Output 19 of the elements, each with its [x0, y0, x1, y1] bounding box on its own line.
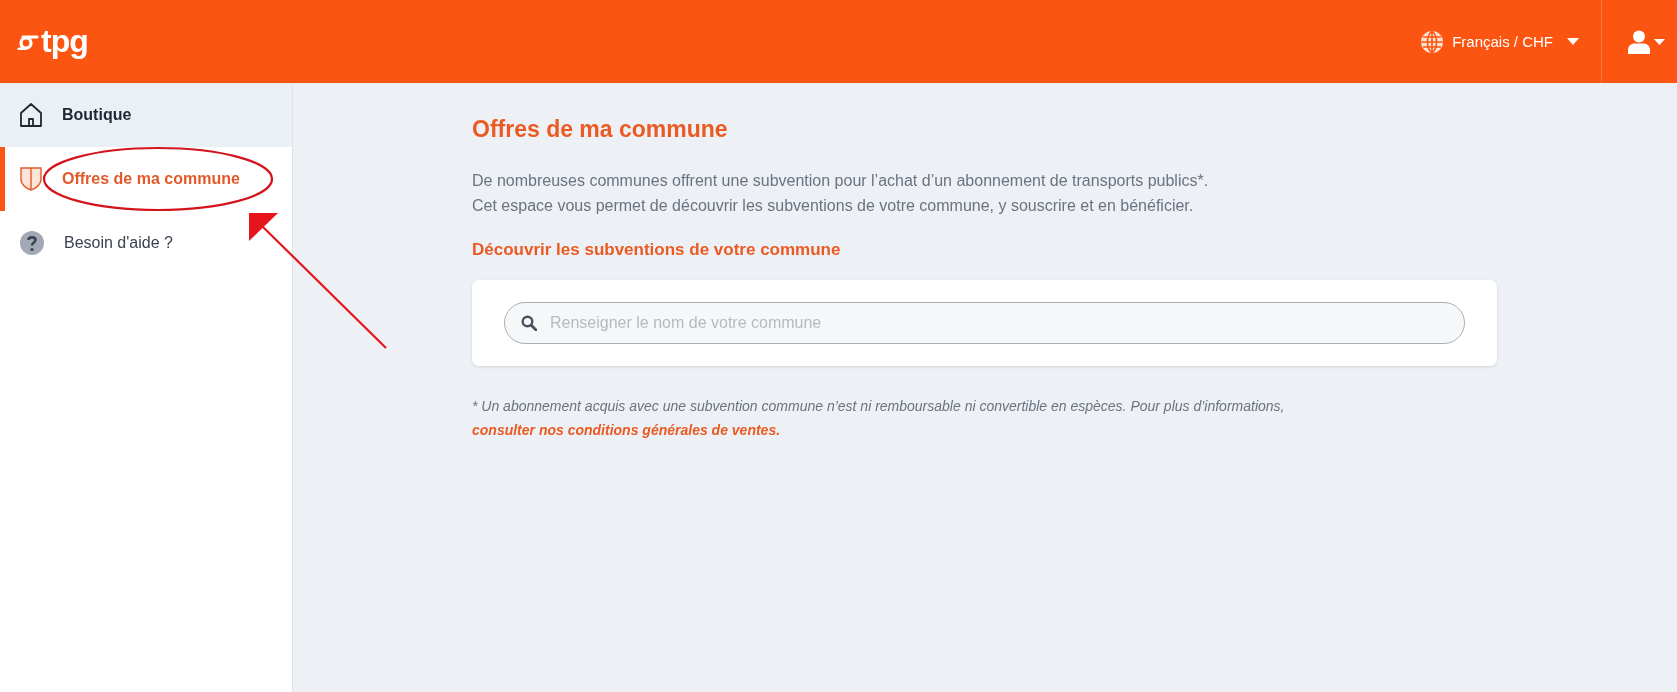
caret-icon	[1567, 38, 1579, 45]
sidebar-item[interactable]: Besoin d'aide ?	[0, 211, 292, 275]
caret-icon	[1654, 38, 1665, 45]
user-icon	[1628, 29, 1650, 54]
intro-text: De nombreuses communes offrent une subvention pour l’achat d’un abonnement de transports publics*.	[472, 171, 1210, 191]
globe-icon	[1420, 29, 1445, 54]
help-icon	[20, 231, 44, 255]
section-title: Découvrir les subventions de votre commune	[472, 240, 842, 260]
home-icon	[20, 103, 42, 127]
search-field[interactable]: Renseigner le nom de votre commune	[504, 302, 1465, 344]
terms-link[interactable]: consulter nos conditions générales de ventes.	[472, 422, 781, 438]
intro-text: Cet espace vous permet de découvrir les subventions de votre commune, y souscrire et en bénéficier.	[472, 196, 1195, 216]
footnote: * Un abonnement acquis avec une subvention commune n’est ni remboursable ni convertible en espèces. Pour plus d’informations, consulter nos conditions générales de ventes.	[472, 397, 1286, 440]
logo-icon	[17, 33, 39, 50]
logo-text[interactable]: tpg	[41, 23, 88, 60]
language-selector[interactable]: Français / CHF	[1420, 0, 1601, 83]
sidebar-item[interactable]: Boutique	[0, 83, 292, 147]
page-title: Offres de ma commune	[472, 116, 729, 143]
shield-icon	[20, 167, 42, 191]
